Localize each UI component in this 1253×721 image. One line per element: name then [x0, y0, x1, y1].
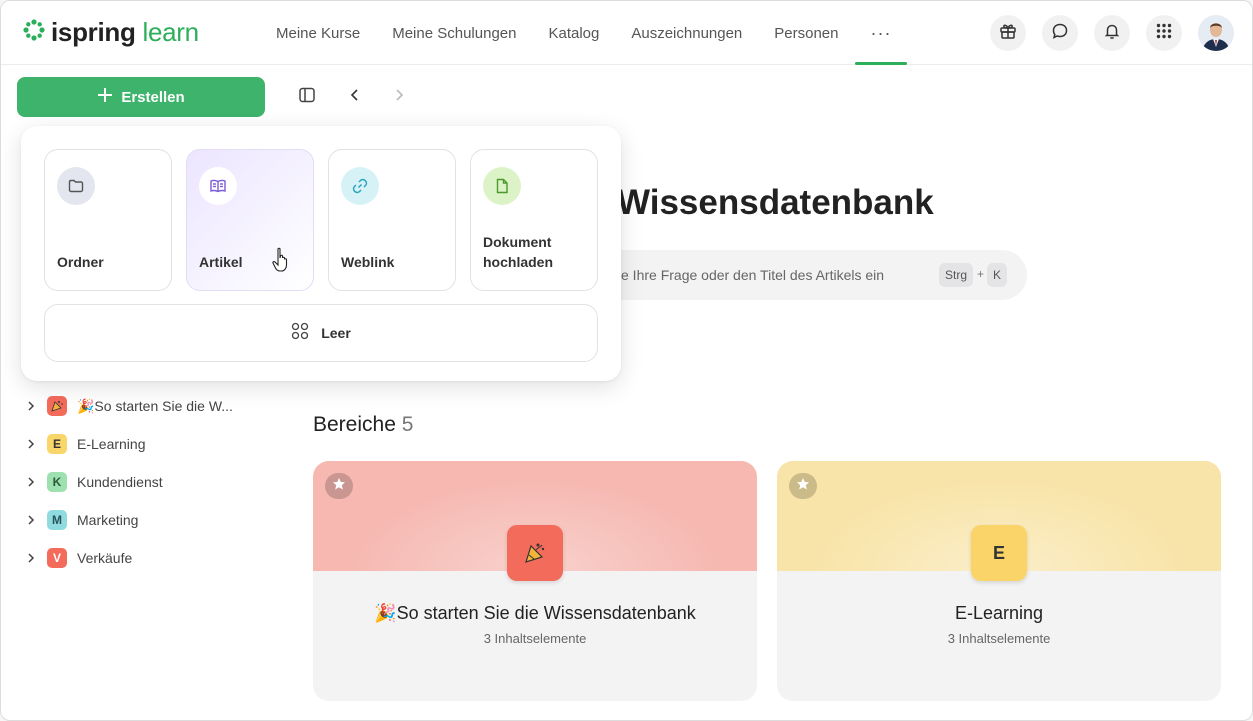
nav-item-meine-kurse[interactable]: Meine Kurse [260, 1, 376, 65]
nav-item-katalog[interactable]: Katalog [532, 1, 615, 65]
star-icon [332, 477, 346, 496]
leer-label: Leer [321, 325, 351, 341]
page-title: Wissensdatenbank [617, 183, 934, 222]
chevron-right-icon [392, 88, 406, 107]
sidebar-item-label: Kundendienst [77, 474, 163, 490]
back-button[interactable] [343, 85, 367, 109]
section-count: 5 [401, 413, 414, 436]
sidebar-item-label: 🎉So starten Sie die W... [77, 397, 233, 414]
nav-item-meine-schulungen[interactable]: Meine Schulungen [376, 1, 532, 65]
ispring-logo-icon [23, 19, 45, 46]
section-title-label: Bereiche [313, 413, 396, 436]
space-card-so-starten[interactable]: 🎉So starten Sie die Wissensdatenbank 3 I… [313, 461, 757, 701]
chevron-right-icon[interactable] [25, 514, 37, 526]
card-title: E-Learning [954, 603, 1044, 623]
favorite-star-button[interactable] [325, 473, 353, 499]
option-label: Dokument hochladen [483, 232, 553, 272]
shortcut-key-strg: Strg [939, 263, 974, 287]
sidebar-item-e-learning[interactable]: E E-Learning [25, 425, 233, 463]
chevron-right-icon[interactable] [25, 400, 37, 412]
sidebar-tree: 🎉So starten Sie die W... E E-Learning K … [25, 387, 233, 577]
logo[interactable]: ispring learn [23, 17, 199, 48]
chevron-right-icon[interactable] [25, 438, 37, 450]
create-option-artikel[interactable]: Artikel [186, 149, 314, 291]
party-popper-badge [47, 396, 67, 416]
sidebar-item-marketing[interactable]: M Marketing [25, 501, 233, 539]
logo-text: ispring learn [51, 17, 199, 48]
create-option-dokument[interactable]: Dokument hochladen [470, 149, 598, 291]
gift-button[interactable] [990, 15, 1026, 51]
shortcut-plus: + [977, 267, 985, 281]
create-option-weblink[interactable]: Weblink [328, 149, 456, 291]
user-avatar[interactable] [1198, 15, 1234, 51]
top-bar: ispring learn Meine Kurse Meine Schulung… [1, 1, 1252, 65]
sidebar-item-verkaeufe[interactable]: V Verkäufe [25, 539, 233, 577]
link-icon [341, 167, 379, 205]
chevron-right-icon[interactable] [25, 552, 37, 564]
section-title: Bereiche 5 [313, 413, 413, 437]
card-subtitle: 3 Inhaltselemente [947, 631, 1051, 646]
create-option-ordner[interactable]: Ordner [44, 149, 172, 291]
logo-word-ispring: ispring [51, 17, 136, 47]
chevron-left-icon [348, 88, 362, 107]
apps-grid-icon [1155, 22, 1173, 45]
chat-bubble-icon [1051, 22, 1069, 45]
create-button-label: Erstellen [121, 88, 185, 106]
option-label: Ordner [57, 254, 104, 270]
nav-more-button[interactable]: ··· [854, 1, 908, 65]
party-popper-icon [507, 525, 563, 581]
plus-icon [97, 87, 113, 107]
card-subtitle: 3 Inhaltselemente [483, 631, 587, 646]
chevron-right-icon[interactable] [25, 476, 37, 488]
badge-v: V [47, 548, 67, 568]
sidebar-item-label: Marketing [77, 512, 139, 528]
search-input[interactable]: e Ihre Frage oder den Titel des Artikels… [561, 250, 1027, 300]
sidebar-toggle-button[interactable] [295, 85, 319, 109]
option-label-line2: hochladen [483, 254, 554, 270]
nav-item-personen[interactable]: Personen [758, 1, 854, 65]
option-label: Weblink [341, 254, 395, 270]
card-letter-badge: E [971, 525, 1027, 581]
hand-cursor-icon [271, 247, 291, 278]
logo-word-learn: learn [142, 17, 200, 47]
badge-m: M [47, 510, 67, 530]
nav-item-auszeichnungen[interactable]: Auszeichnungen [615, 1, 758, 65]
star-icon [796, 477, 810, 496]
sidebar-item-so-starten[interactable]: 🎉So starten Sie die W... [25, 387, 233, 425]
create-button[interactable]: Erstellen [17, 77, 265, 117]
search-placeholder: e Ihre Frage oder den Titel des Artikels… [621, 267, 885, 283]
option-label-line1: Dokument [483, 234, 552, 250]
notifications-button[interactable] [1094, 15, 1130, 51]
badge-k: K [47, 472, 67, 492]
chat-button[interactable] [1042, 15, 1078, 51]
create-menu: Ordner Artikel Weblink Dokument hochladen… [21, 126, 621, 381]
favorite-star-button[interactable] [789, 473, 817, 499]
option-label: Artikel [199, 254, 243, 270]
book-icon [199, 167, 237, 205]
sidebar-item-label: Verkäufe [77, 550, 133, 566]
card-title: 🎉So starten Sie die Wissensdatenbank [374, 603, 696, 623]
bell-icon [1103, 22, 1121, 45]
document-icon [483, 167, 521, 205]
sidebar-item-kundendienst[interactable]: K Kundendienst [25, 463, 233, 501]
folder-icon [57, 167, 95, 205]
top-actions [990, 15, 1234, 51]
sidebar-item-label: E-Learning [77, 436, 146, 452]
forward-button[interactable] [387, 85, 411, 109]
apps-button[interactable] [1146, 15, 1182, 51]
badge-e: E [47, 434, 67, 454]
app-window: ispring learn Meine Kurse Meine Schulung… [0, 0, 1253, 721]
main-nav: Meine Kurse Meine Schulungen Katalog Aus… [260, 1, 908, 65]
space-card-e-learning[interactable]: E E-Learning 3 Inhaltselemente [777, 461, 1221, 701]
grid-icon [291, 322, 309, 345]
shortcut-key-k: K [987, 263, 1008, 287]
create-option-leer[interactable]: Leer [44, 304, 598, 362]
sidebar-panel-icon [298, 86, 316, 109]
gift-icon [999, 22, 1017, 45]
